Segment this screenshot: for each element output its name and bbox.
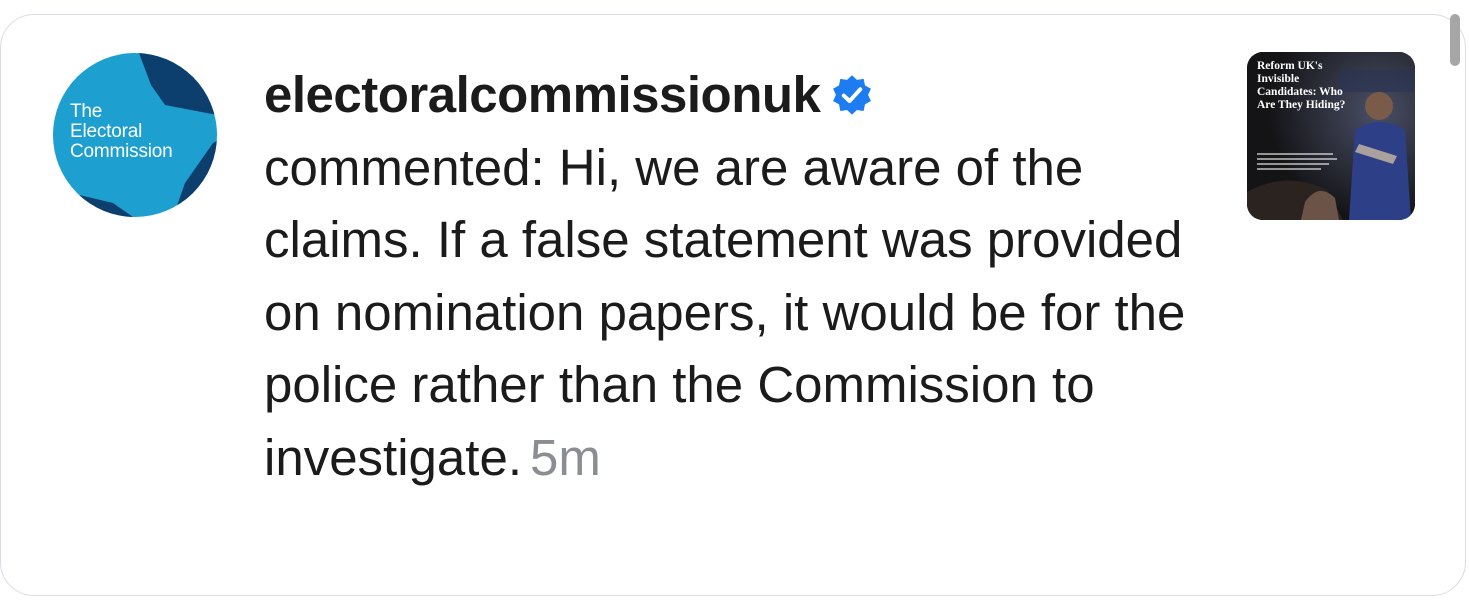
thumbnail-caption-lines xyxy=(1257,153,1337,170)
thumbnail-title-line: Are They Hiding? xyxy=(1257,99,1346,111)
avatar-label-line: The xyxy=(70,101,103,122)
timestamp: 5m xyxy=(530,428,601,486)
thumbnail-title-line: Invisible xyxy=(1257,73,1300,85)
scrollbar-thumb[interactable] xyxy=(1450,14,1460,66)
thumbnail-title: Reform UK's Invisible Candidates: Who Ar… xyxy=(1257,60,1355,112)
username-link[interactable]: electoralcommissionuk xyxy=(264,59,821,132)
avatar-label-line: Commission xyxy=(70,141,173,162)
post-thumbnail[interactable]: Reform UK's Invisible Candidates: Who Ar… xyxy=(1247,52,1415,220)
notification-card[interactable]: The Electoral Commission electoralcommis… xyxy=(0,14,1466,596)
avatar-label: The Electoral Commission xyxy=(70,102,173,162)
username-row: electoralcommissionuk xyxy=(264,59,1194,132)
thumbnail-title-line: Candidates: Who xyxy=(1257,86,1343,98)
comment-paragraph: commented: Hi, we are aware of the claim… xyxy=(264,132,1194,495)
thumbnail-title-line: Reform UK's xyxy=(1257,60,1323,72)
notification-content: electoralcommissionuk commented: Hi, we … xyxy=(264,59,1194,494)
avatar-label-line: Electoral xyxy=(70,121,143,142)
verified-badge-icon xyxy=(833,75,872,115)
avatar[interactable]: The Electoral Commission xyxy=(53,53,217,217)
comment-text: commented: Hi, we are aware of the claim… xyxy=(264,138,1186,486)
